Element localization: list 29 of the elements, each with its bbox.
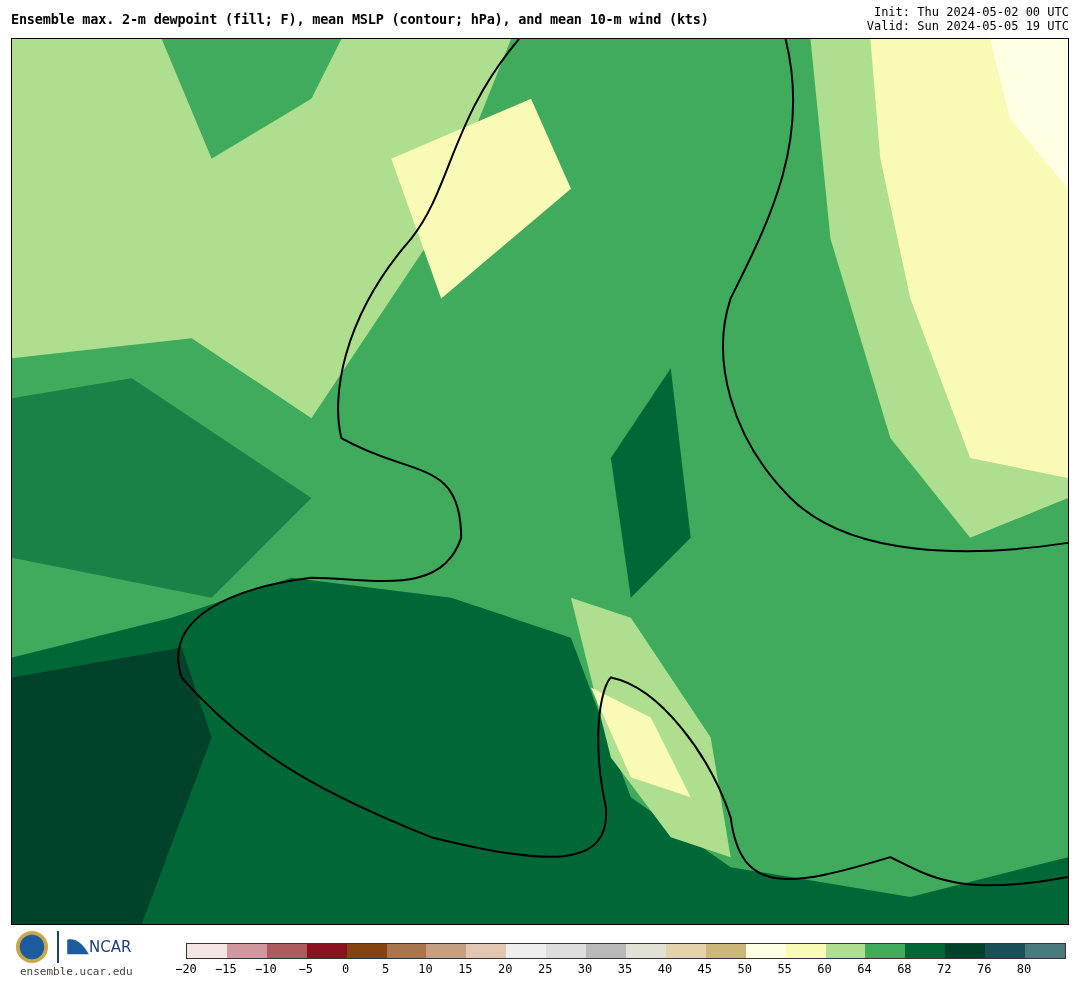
- tick-label: 15: [458, 962, 473, 976]
- tick-label: 60: [817, 962, 832, 976]
- tick-label: 40: [657, 962, 673, 976]
- tick-label: −10: [254, 962, 277, 976]
- tick-label: −20: [175, 962, 197, 976]
- chart-title: Ensemble max. 2-m dewpoint (fill; F), mean MSLP (contour; hPa), and mean 10-m wind (kts): [11, 11, 709, 27]
- tick-label: 45: [697, 962, 713, 976]
- tick-label: 76: [976, 962, 992, 976]
- globe-logo-icon: [15, 930, 49, 964]
- tick-label: 25: [537, 962, 553, 976]
- tick-label: 64: [857, 962, 872, 976]
- valid-time: Valid: Sun 2024-05-05 19 UTC: [866, 19, 1069, 33]
- tick-label: 72: [937, 962, 952, 976]
- tick-label: 5: [381, 962, 390, 976]
- tick-label: 30: [577, 962, 593, 976]
- tick-label: −5: [298, 962, 313, 976]
- tick-label: 68: [897, 962, 912, 976]
- tick-label: 50: [737, 962, 752, 976]
- site-url: ensemble.ucar.edu: [20, 965, 133, 978]
- swoosh-logo-icon: [67, 938, 89, 956]
- tick-label: 35: [617, 962, 633, 976]
- tick-label: −15: [215, 962, 237, 976]
- tick-label: 80: [1016, 962, 1032, 976]
- tick-label: 20: [498, 962, 513, 976]
- tick-label: 0: [342, 962, 350, 976]
- init-time: Init: Thu 2024-05-02 00 UTC: [873, 5, 1069, 19]
- logo-text: NCAR: [89, 938, 132, 956]
- tick-label: 10: [418, 962, 433, 976]
- tick-label: 55: [777, 962, 792, 976]
